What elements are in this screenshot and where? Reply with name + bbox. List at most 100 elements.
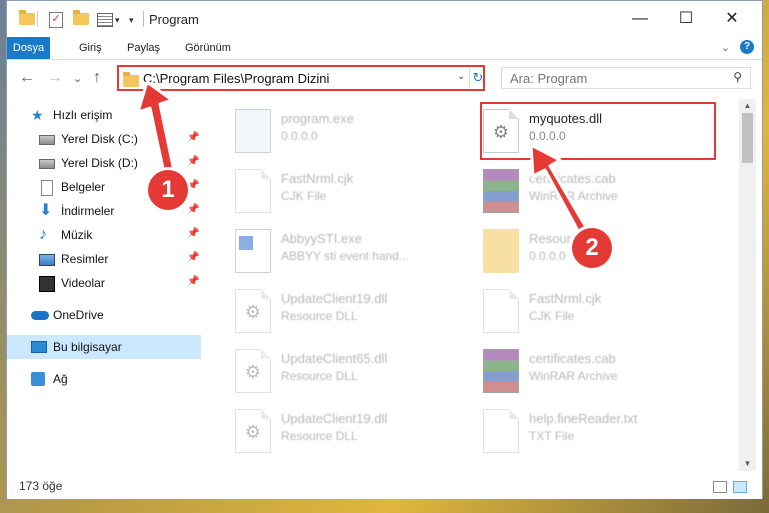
search-input[interactable] <box>508 70 712 87</box>
nav-item-label: İndirmeler <box>61 204 115 218</box>
scroll-thumb[interactable] <box>742 113 753 163</box>
app-icon <box>235 229 271 273</box>
back-button[interactable]: ← <box>19 69 35 87</box>
nav-item-local-disk-c[interactable]: Yerel Disk (C:) 📌 <box>7 127 201 151</box>
tab-file[interactable]: Dosya <box>7 37 50 59</box>
navigation-pane: ★ Hızlı erişim Yerel Disk (C:) 📌 Yerel D… <box>7 99 207 469</box>
file-detail: Resource DLL <box>281 309 358 323</box>
nav-item-label: Videolar <box>61 276 105 290</box>
file-item[interactable]: ⚙ UpdateClient65.dll Resource DLL <box>213 343 453 399</box>
nav-item-label: Müzik <box>61 228 93 242</box>
new-folder-icon[interactable] <box>73 10 89 25</box>
archive-icon <box>483 169 519 213</box>
scroll-up-icon[interactable]: ▲ <box>739 99 756 113</box>
file-item[interactable]: FastNrml.cjk CJK File <box>213 163 453 219</box>
computer-icon <box>31 341 47 353</box>
dll-icon: ⚙ <box>235 289 271 333</box>
drive-icon <box>39 135 55 145</box>
nav-item-label: Bu bilgisayar <box>53 340 122 354</box>
navigation-bar: ← → ⌄ ↑ C:\Program Files\Program Dizini … <box>7 60 762 96</box>
folder-icon <box>123 72 139 87</box>
tab-view[interactable]: Görünüm <box>175 37 241 59</box>
explorer-window: ✓ ▾ ▾ Program — ☐ ✕ Dosya Giriş Paylaş G… <box>6 0 763 499</box>
large-icons-view-icon[interactable] <box>733 481 747 493</box>
chevron-down-icon[interactable]: ⌄ <box>457 71 465 82</box>
window-title: Program <box>149 12 199 27</box>
customize-toolbar-icon[interactable]: ▾ <box>129 15 134 26</box>
view-options-icon[interactable] <box>97 13 113 27</box>
nav-item-music[interactable]: ♪ Müzik 📌 <box>7 223 201 247</box>
file-list: program.exe 0.0.0.0 ⚙ myquotes.dll 0.0.0… <box>213 99 741 469</box>
nav-item-this-pc[interactable]: Bu bilgisayar <box>7 335 201 359</box>
scroll-down-icon[interactable]: ▼ <box>739 457 756 471</box>
file-item[interactable]: AbbyySTI.exe ABBYY sti event hand... <box>213 223 453 279</box>
file-item[interactable]: certificates.cab WinRAR Archive <box>461 343 701 399</box>
nav-item-onedrive[interactable]: OneDrive <box>7 303 201 327</box>
file-detail: Resource DLL <box>281 429 358 443</box>
pin-icon[interactable]: 📌 <box>187 180 199 191</box>
properties-check-icon[interactable]: ✓ <box>49 12 63 28</box>
nav-item-quick-access[interactable]: ★ Hızlı erişim <box>7 103 201 127</box>
file-detail: ABBYY sti event hand... <box>281 249 409 263</box>
file-detail: TXT File <box>529 429 575 443</box>
pin-icon[interactable]: 📌 <box>187 156 199 167</box>
network-icon <box>31 372 45 386</box>
minimize-button[interactable]: — <box>617 1 663 37</box>
maximize-button[interactable]: ☐ <box>663 1 709 37</box>
pictures-icon <box>39 254 55 266</box>
expand-ribbon-icon[interactable]: ⌄ <box>721 41 730 54</box>
chevron-down-icon[interactable]: ▾ <box>115 15 120 26</box>
file-detail: WinRAR Archive <box>529 369 618 383</box>
nav-item-label: Hızlı erişim <box>53 108 113 122</box>
file-name: AbbyySTI.exe <box>281 231 362 246</box>
details-view-icon[interactable] <box>713 481 727 493</box>
file-detail: Resource DLL <box>281 369 358 383</box>
vertical-scrollbar[interactable]: ▲ ▼ <box>739 99 756 471</box>
pin-icon[interactable]: 📌 <box>187 132 199 143</box>
file-item[interactable]: ⚙ UpdateClient19.dll Resource DLL <box>213 403 453 459</box>
title-separator <box>143 11 144 27</box>
file-detail: CJK File <box>281 189 327 203</box>
nav-item-videos[interactable]: Videolar 📌 <box>7 271 201 295</box>
folder-icon <box>19 10 35 25</box>
file-detail: 0.0.0.0 <box>529 249 566 263</box>
dll-icon: ⚙ <box>235 349 271 393</box>
help-icon[interactable]: ? <box>740 40 754 54</box>
pin-icon[interactable]: 📌 <box>187 276 199 287</box>
tab-share[interactable]: Paylaş <box>117 37 170 59</box>
search-box[interactable]: ⚲ <box>501 67 751 89</box>
refresh-icon[interactable]: ↻ <box>469 67 486 89</box>
file-name: program.exe <box>281 111 354 126</box>
star-icon: ★ <box>31 107 44 123</box>
cloud-icon <box>31 311 49 320</box>
file-item[interactable]: certificates.cab WinRAR Archive <box>461 163 701 219</box>
pin-icon[interactable]: 📌 <box>187 228 199 239</box>
forward-button[interactable]: → <box>47 69 63 87</box>
pin-icon[interactable]: 📌 <box>187 252 199 263</box>
nav-item-label: Yerel Disk (C:) <box>61 132 138 146</box>
file-name: FastNrml.cjk <box>281 171 354 186</box>
file-name: certificates.cab <box>529 171 616 186</box>
address-path[interactable]: C:\Program Files\Program Dizini <box>143 71 329 86</box>
pin-icon[interactable]: 📌 <box>187 204 199 215</box>
item-count: 173 öğe <box>19 479 63 493</box>
nav-item-pictures[interactable]: Resimler 📌 <box>7 247 201 271</box>
file-item[interactable]: help.fineReader.txt TXT File <box>461 403 701 459</box>
file-name: FastNrml.cjk <box>529 291 602 306</box>
archive-icon <box>483 349 519 393</box>
status-bar: 173 öğe <box>7 473 762 499</box>
nav-item-network[interactable]: Ağ <box>7 367 201 391</box>
file-detail: 0.0.0.0 <box>281 129 318 143</box>
up-button[interactable]: ↑ <box>93 69 101 87</box>
tab-home[interactable]: Giriş <box>69 37 112 59</box>
file-item[interactable]: FastNrml.cjk CJK File <box>461 283 701 339</box>
recent-locations-button[interactable]: ⌄ <box>73 72 82 85</box>
file-item[interactable]: ⚙ UpdateClient19.dll Resource DLL <box>213 283 453 339</box>
address-bar[interactable]: C:\Program Files\Program Dizini ⌄ ↻ <box>117 65 485 91</box>
file-name: help.fineReader.txt <box>529 411 638 426</box>
search-icon[interactable]: ⚲ <box>733 70 742 84</box>
close-button[interactable]: ✕ <box>709 1 755 37</box>
file-icon <box>483 409 519 453</box>
download-icon: ⬇ <box>39 202 53 219</box>
file-item[interactable]: program.exe 0.0.0.0 <box>213 103 453 159</box>
